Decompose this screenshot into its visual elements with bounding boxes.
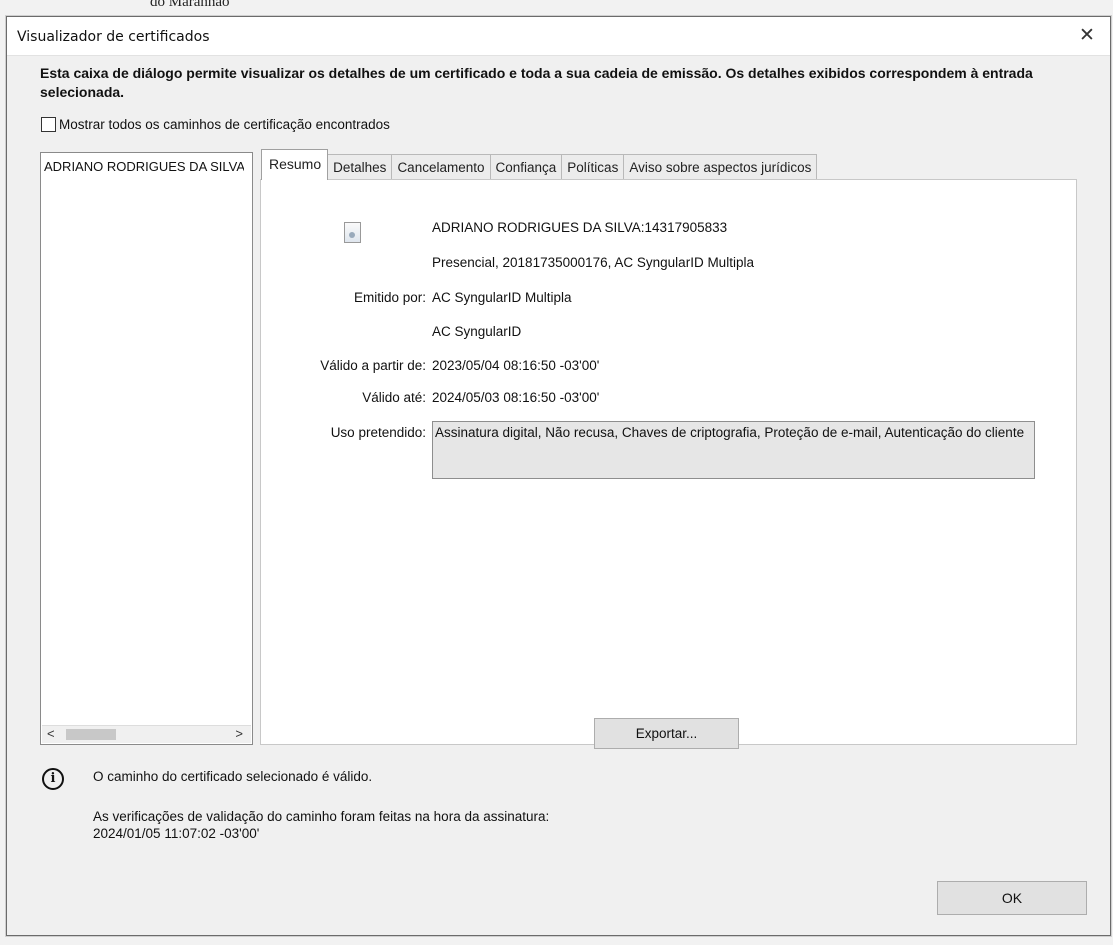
- tab-strip: Resumo Detalhes Cancelamento Confiança P…: [261, 149, 818, 180]
- tab-cancelamento[interactable]: Cancelamento: [391, 154, 491, 180]
- scroll-right-icon[interactable]: >: [235, 726, 243, 741]
- scroll-left-icon[interactable]: <: [47, 726, 55, 741]
- tab-aviso-juridico[interactable]: Aviso sobre aspectos jurídicos: [623, 154, 818, 180]
- tree-horizontal-scrollbar[interactable]: < >: [42, 725, 251, 743]
- background-text: do Maranhão: [150, 0, 230, 10]
- tab-politicas[interactable]: Políticas: [561, 154, 625, 180]
- valid-to-label: Válido até:: [362, 390, 426, 405]
- validation-check-time: 2024/01/05 11:07:02 -03'00': [93, 826, 260, 841]
- info-icon: i: [42, 768, 64, 790]
- close-icon[interactable]: ✕: [1074, 23, 1100, 49]
- tab-detalhes[interactable]: Detalhes: [327, 154, 393, 180]
- scrollbar-thumb[interactable]: [66, 729, 116, 740]
- certificate-chain-tree[interactable]: ADRIANO RODRIGUES DA SILVA:14317905833 <…: [40, 152, 253, 745]
- issued-by-label: Emitido por:: [353, 290, 426, 305]
- usage-label: Uso pretendido:: [330, 425, 426, 440]
- intended-usage-field: Assinatura digital, Não recusa, Chaves d…: [432, 421, 1035, 479]
- tab-resumo[interactable]: Resumo: [261, 149, 329, 180]
- show-all-paths-label[interactable]: Mostrar todos os caminhos de certificaçã…: [59, 117, 390, 132]
- subject-name: ADRIANO RODRIGUES DA SILVA:14317905833: [432, 220, 728, 235]
- summary-panel: ADRIANO RODRIGUES DA SILVA:14317905833 P…: [260, 179, 1077, 749]
- show-all-paths-option[interactable]: Mostrar todos os caminhos de certificaçã…: [41, 117, 390, 132]
- show-all-paths-checkbox[interactable]: [41, 117, 56, 132]
- issued-by-root: AC SyngularID: [432, 324, 522, 339]
- window-title: Visualizador de certificados: [17, 29, 210, 45]
- subject-detail: Presencial, 20181735000176, AC SyngularI…: [432, 255, 754, 270]
- issued-by-value: AC SyngularID Multipla: [432, 290, 572, 305]
- ok-button[interactable]: OK: [937, 881, 1087, 915]
- path-valid-status: O caminho do certificado selecionado é v…: [93, 769, 373, 784]
- tree-item-certificate[interactable]: ADRIANO RODRIGUES DA SILVA:14317905833: [44, 159, 244, 174]
- export-button[interactable]: Exportar...: [594, 718, 739, 749]
- intro-text: Esta caixa de diálogo permite visualizar…: [40, 65, 1033, 100]
- title-bar: Visualizador de certificados ✕: [7, 17, 1110, 56]
- tab-confianca[interactable]: Confiança: [489, 154, 563, 180]
- valid-from-label: Válido a partir de:: [320, 358, 426, 373]
- validation-check-text: As verificações de validação do caminho …: [93, 809, 550, 824]
- valid-to-value: 2024/05/03 08:16:50 -03'00': [432, 390, 600, 405]
- valid-from-value: 2023/05/04 08:16:50 -03'00': [432, 358, 600, 373]
- certificate-icon: [344, 222, 361, 243]
